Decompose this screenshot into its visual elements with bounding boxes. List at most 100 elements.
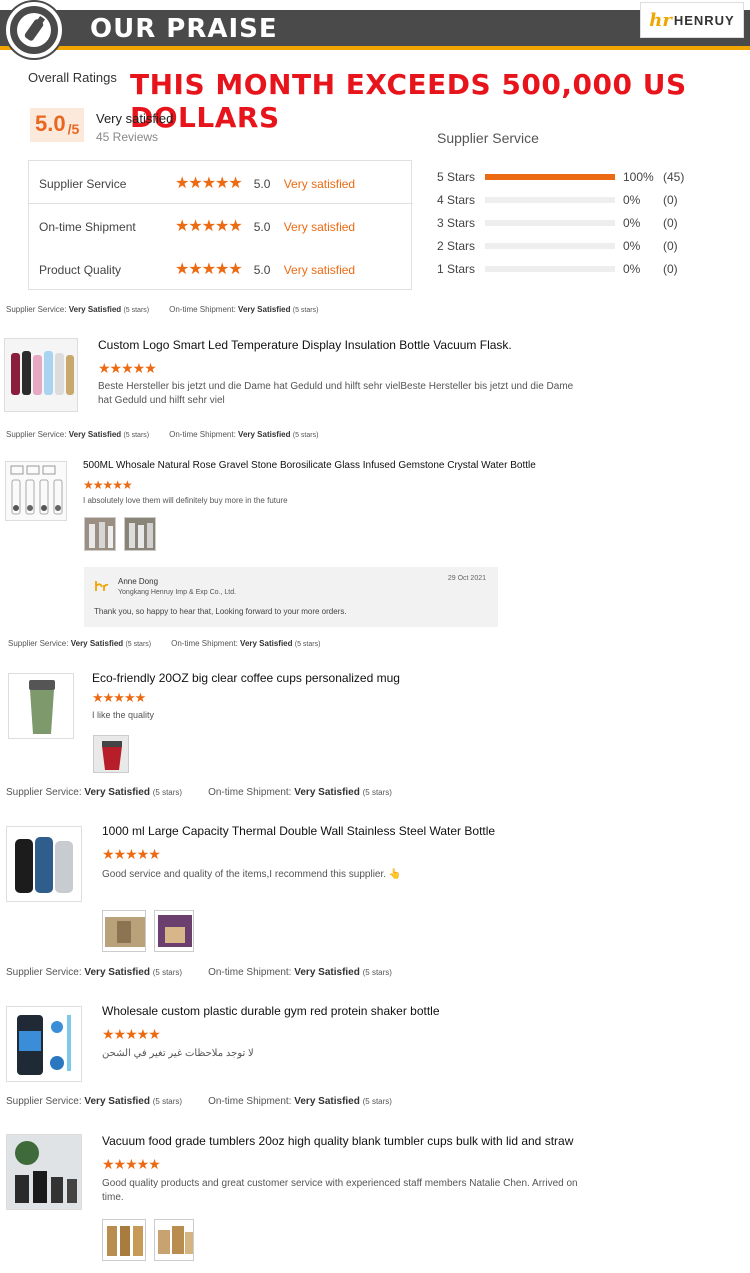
summary-stars-note: (5 stars): [362, 788, 392, 797]
rating-text: Very satisfied: [283, 177, 356, 191]
seller-logo-icon: [95, 581, 109, 591]
dist-count: (0): [663, 262, 678, 276]
summary-stars-note: (5 stars): [152, 968, 183, 977]
dist-bar: [485, 220, 615, 226]
review-summary: Supplier Service: Very Satisfied (5 star…: [6, 1096, 392, 1107]
review-photo[interactable]: [102, 910, 146, 952]
summary-stars-note: (5 stars): [123, 307, 150, 314]
review-photo[interactable]: [102, 1219, 146, 1261]
coffee-tumbler-image: [9, 674, 73, 738]
review-product-title[interactable]: Custom Logo Smart Led Temperature Displa…: [98, 338, 512, 352]
brand-logo: hr HENRUY: [640, 2, 744, 38]
rating-row-product-quality: Product Quality ★★★★★ 5.0 Very satisfied: [29, 249, 413, 291]
summary-service-value: Very Satisfied: [68, 305, 122, 314]
distribution-row: 2 Stars 0% (0): [437, 238, 678, 254]
rating-label: Product Quality: [39, 263, 122, 277]
review-text: لا توجد ملاحظات غير تغير في الشحن: [102, 1048, 254, 1059]
review-product-title[interactable]: 1000 ml Large Capacity Thermal Double Wa…: [102, 824, 495, 838]
summary-stars-note: (5 stars): [292, 432, 319, 439]
review-photo[interactable]: [124, 517, 156, 551]
dist-count: (0): [663, 193, 678, 207]
dist-count: (45): [663, 170, 685, 184]
product-thumbnail[interactable]: [6, 826, 82, 902]
dist-count: (0): [663, 216, 678, 230]
summary-service-label: Supplier Service:: [6, 1096, 82, 1107]
review-stars: ★★★★★: [102, 1026, 161, 1042]
rating-text: Very satisfied: [283, 220, 356, 234]
rating-stars: ★★★★★: [175, 261, 243, 278]
rating-label: Supplier Service: [39, 177, 127, 191]
review-text: I like the quality: [92, 710, 155, 720]
product-thumbnail[interactable]: [6, 1006, 82, 1082]
dist-fill: [485, 174, 615, 180]
supplier-service-title: Supplier Service: [437, 130, 539, 146]
review-stars: ★★★★★: [102, 1156, 161, 1172]
summary-shipment-value: Very Satisfied: [238, 305, 291, 314]
review-summary: Supplier Service: Very Satisfied (5 star…: [6, 430, 318, 439]
review-photo[interactable]: [93, 735, 129, 773]
summary-stars-note: (5 stars): [125, 641, 152, 648]
row-divider: [29, 203, 413, 204]
distribution-row: 3 Stars 0% (0): [437, 215, 678, 231]
review-stars: ★★★★★: [102, 846, 161, 862]
dist-percent: 0%: [623, 239, 641, 253]
score-value: 5.0: [35, 111, 66, 136]
tumblers-image: [7, 1135, 81, 1209]
rating-value: 5.0: [253, 263, 271, 277]
seller-reply: Anne Dong Yongkang Henruy Imp & Exp Co.,…: [84, 567, 498, 627]
dist-percent: 0%: [623, 193, 641, 207]
bottle-icon: [17, 13, 51, 47]
summary-stars-note: (5 stars): [294, 641, 321, 648]
product-thumbnail[interactable]: [6, 1134, 82, 1210]
vacuum-flasks-image: [5, 339, 77, 411]
review-summary: Supplier Service: Very Satisfied (5 star…: [6, 787, 392, 798]
rating-stars: ★★★★★: [175, 175, 243, 192]
summary-shipment-value: Very Satisfied: [294, 967, 360, 978]
review-stars: ★★★★★: [92, 690, 146, 705]
summary-shipment-label: On-time Shipment:: [169, 305, 236, 314]
page-title: OUR PRAISE: [90, 14, 278, 44]
review-summary: Supplier Service: Very Satisfied (5 star…: [8, 639, 320, 648]
dist-percent: 0%: [623, 262, 641, 276]
review-stars: ★★★★★: [98, 360, 157, 376]
summary-shipment-value: Very Satisfied: [294, 787, 360, 798]
review-product-title[interactable]: 500ML Whosale Natural Rose Gravel Stone …: [83, 460, 536, 471]
review-product-title[interactable]: Eco-friendly 20OZ big clear coffee cups …: [92, 671, 400, 685]
distribution-row: 5 Stars 100% (45): [437, 169, 684, 185]
review-photo[interactable]: [154, 1219, 194, 1261]
review-photo[interactable]: [84, 517, 116, 551]
review-product-title[interactable]: Vacuum food grade tumblers 20oz high qua…: [102, 1134, 573, 1148]
dist-bar: [485, 174, 615, 180]
dist-bar: [485, 243, 615, 249]
score-suffix: /5: [67, 121, 80, 137]
review-product-title[interactable]: Wholesale custom plastic durable gym red…: [102, 1004, 440, 1018]
overall-ratings-label: Overall Ratings: [28, 70, 117, 85]
reply-text: Thank you, so happy to hear that, Lookin…: [94, 607, 347, 616]
product-thumbnail[interactable]: [4, 338, 78, 412]
summary-stars-note: (5 stars): [152, 1097, 183, 1106]
summary-service-label: Supplier Service:: [6, 967, 82, 978]
dist-bar: [485, 266, 615, 272]
dist-percent: 100%: [623, 170, 654, 184]
product-thumbnail[interactable]: [5, 461, 67, 521]
summary-stars-note: (5 stars): [152, 788, 183, 797]
rating-value: 5.0: [253, 177, 271, 191]
distribution-row: 4 Stars 0% (0): [437, 192, 678, 208]
summary-stars-note: (5 stars): [362, 1097, 392, 1106]
product-thumbnail[interactable]: [8, 673, 74, 739]
dist-label: 2 Stars: [437, 239, 476, 253]
summary-service-label: Supplier Service:: [6, 430, 67, 439]
rating-stars: ★★★★★: [175, 218, 243, 235]
rating-label: On-time Shipment: [39, 220, 136, 234]
banner-underline: [0, 46, 750, 50]
review-photo[interactable]: [154, 910, 194, 952]
overall-score: 5.0/5: [30, 108, 84, 142]
shaker-bottle-image: [7, 1007, 81, 1081]
summary-service-label: Supplier Service:: [6, 305, 67, 314]
banner-badge: [6, 2, 62, 58]
summary-shipment-label: On-time Shipment:: [169, 430, 236, 439]
reply-company: Yongkang Henruy Imp & Exp Co., Ltd.: [118, 589, 237, 596]
praise-banner: OUR PRAISE hr HENRUY: [0, 0, 750, 58]
ratings-table: Supplier Service ★★★★★ 5.0 Very satisfie…: [28, 160, 413, 291]
dist-count: (0): [663, 239, 678, 253]
